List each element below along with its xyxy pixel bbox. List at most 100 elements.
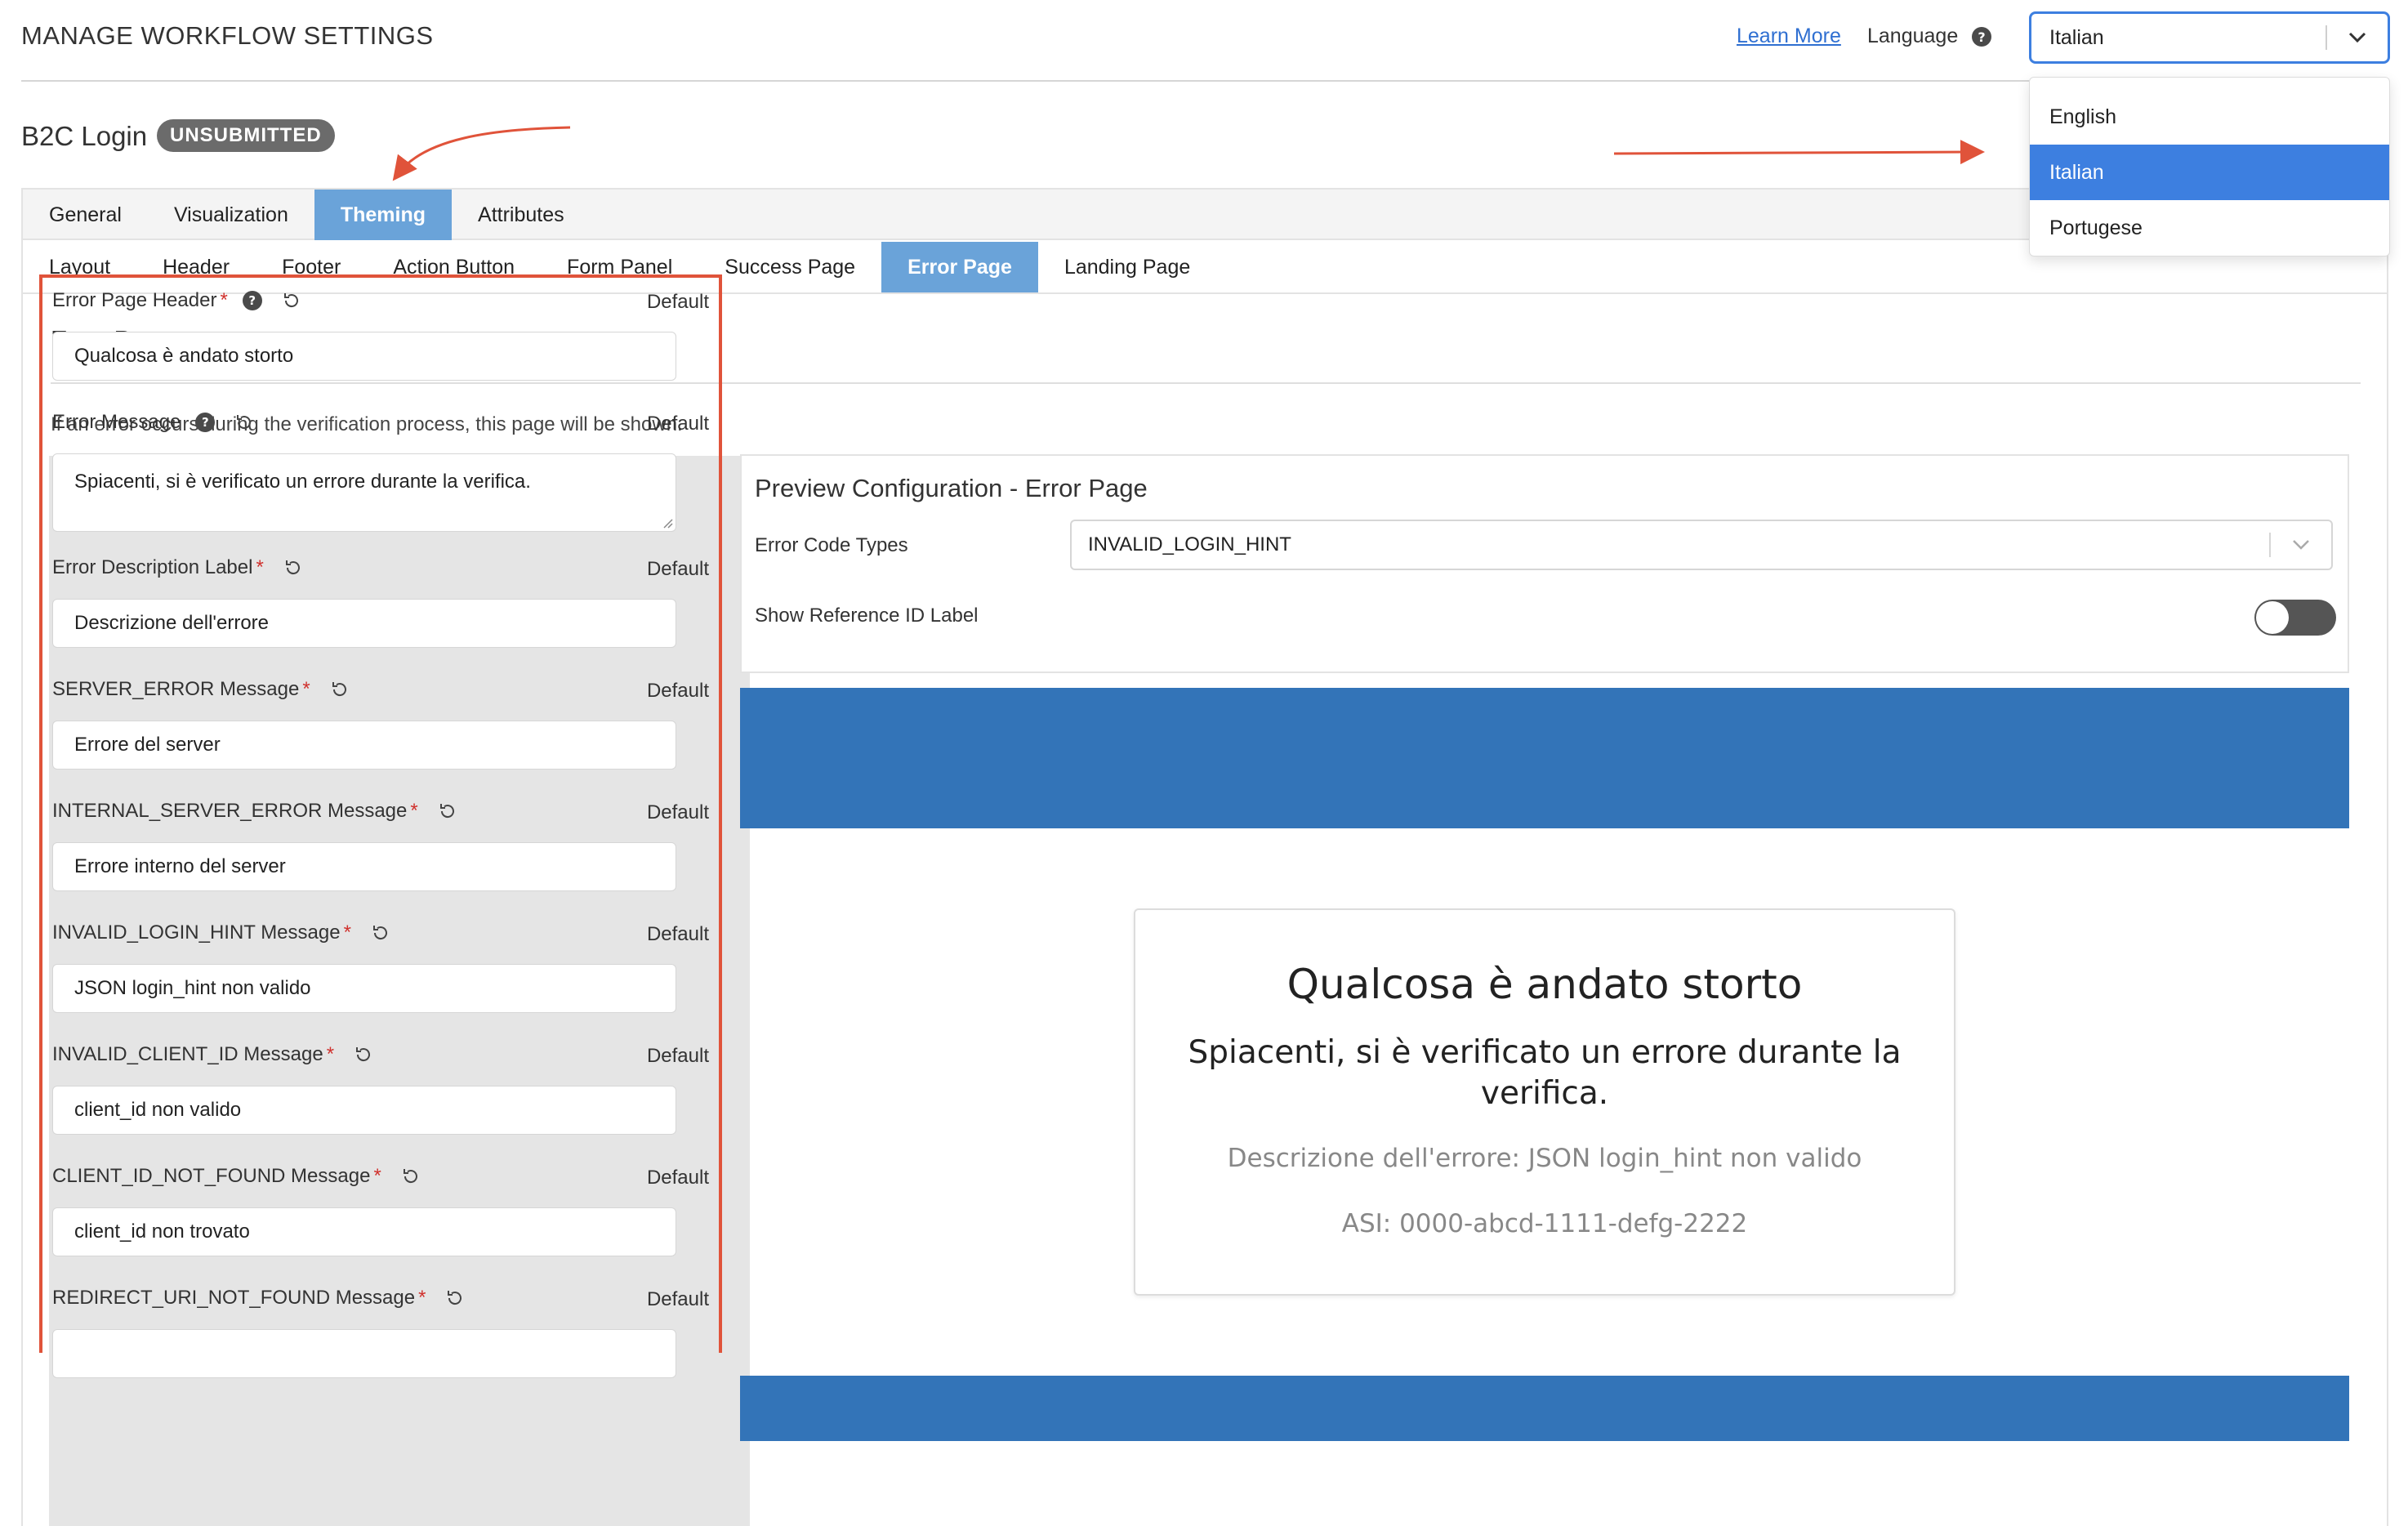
show-reference-id-toggle[interactable] — [2254, 600, 2336, 636]
field-label-text: Error Page Header — [52, 289, 217, 311]
language-option-portugese[interactable]: Portugese — [2030, 200, 2389, 256]
tab-visualization[interactable]: Visualization — [148, 190, 314, 240]
field-label: INVALID_LOGIN_HINT Message * — [52, 921, 390, 944]
field-label-text: REDIRECT_URI_NOT_FOUND Message — [52, 1287, 416, 1309]
reset-icon[interactable] — [371, 923, 390, 943]
field-input[interactable]: Qualcosa è andato storto — [52, 332, 676, 381]
field-label-text: INVALID_CLIENT_ID Message — [52, 1043, 323, 1065]
chevron-down-icon[interactable] — [2271, 539, 2331, 551]
required-marker: * — [373, 1165, 381, 1187]
form-field-error-description-label: Error Description Label * Default Descrizio… — [52, 548, 712, 670]
error-card-heading: Qualcosa è andato storto — [1286, 961, 1803, 1008]
field-input[interactable]: Errore del server — [52, 721, 676, 770]
default-button[interactable]: Default — [647, 801, 709, 824]
default-button[interactable]: Default — [647, 1167, 709, 1189]
field-label-text: INTERNAL_SERVER_ERROR Message — [52, 800, 408, 822]
field-input[interactable]: Descrizione dell'errore — [52, 599, 676, 648]
default-button[interactable]: Default — [647, 680, 709, 703]
error-page-fields: Error Page Header *? Default Qualcosa è and… — [52, 281, 712, 1400]
default-button[interactable]: Default — [647, 413, 709, 435]
default-button[interactable]: Default — [647, 923, 709, 946]
default-button[interactable]: Default — [647, 1045, 709, 1068]
error-code-types-select[interactable]: INVALID_LOGIN_HINT — [1070, 520, 2333, 570]
field-label-text: Error Message — [52, 411, 181, 433]
language-select[interactable]: Italian — [2029, 11, 2390, 64]
field-input[interactable]: Errore interno del server — [52, 842, 676, 891]
error-code-types-label: Error Code Types — [755, 534, 908, 556]
annotation-arrow-theming — [392, 126, 571, 181]
field-label: Error Description Label * — [52, 556, 303, 579]
toggle-knob — [2256, 601, 2289, 634]
preview-footer-bar — [740, 1376, 2349, 1441]
resize-grip-icon[interactable] — [662, 517, 673, 533]
required-marker: * — [326, 1043, 335, 1065]
field-label-text: SERVER_ERROR Message — [52, 678, 300, 700]
field-textarea[interactable]: Spiacenti, si è verificato un errore dur… — [52, 453, 676, 532]
reset-icon[interactable] — [330, 680, 350, 699]
status-badge: UNSUBMITTED — [157, 119, 335, 152]
field-label: Error Page Header *? — [52, 289, 301, 312]
field-input[interactable]: JSON login_hint non valido — [52, 964, 676, 1013]
language-option-italian[interactable]: Italian — [2030, 145, 2389, 200]
required-marker: * — [220, 289, 228, 311]
reset-icon[interactable] — [401, 1167, 421, 1186]
reset-icon[interactable] — [445, 1288, 465, 1308]
reset-icon[interactable] — [234, 413, 254, 432]
form-field-client-id-not-found-message: CLIENT_ID_NOT_FOUND Message * Default clien… — [52, 1157, 712, 1278]
required-marker: * — [256, 556, 264, 578]
tab-theming[interactable]: Theming — [314, 190, 453, 240]
workflow-name: B2C Login — [21, 121, 148, 151]
default-button[interactable]: Default — [647, 291, 709, 314]
language-label: Language — [1867, 25, 1959, 47]
field-input[interactable]: client_id non valido — [52, 1086, 676, 1135]
reset-icon[interactable] — [282, 291, 301, 310]
preview-title: Preview Configuration - Error Page — [755, 474, 1148, 502]
form-field-error-message: Error Message? Default Spiacenti, si è ver… — [52, 403, 712, 548]
help-icon[interactable]: ? — [242, 291, 262, 310]
form-field-invalid-client-id-message: INVALID_CLIENT_ID Message * Default client_… — [52, 1035, 712, 1157]
preview-configuration: Preview Configuration - Error Page Error… — [740, 454, 2349, 673]
tab-attributes[interactable]: Attributes — [452, 190, 591, 240]
language-option-english[interactable]: English — [2030, 89, 2389, 145]
page-title: MANAGE WORKFLOW SETTINGS — [21, 21, 434, 50]
tab-general[interactable]: General — [23, 190, 148, 240]
field-label: CLIENT_ID_NOT_FOUND Message * — [52, 1165, 421, 1188]
reset-icon[interactable] — [283, 558, 303, 578]
form-field-invalid-login-hint-message: INVALID_LOGIN_HINT Message * Default JSON l… — [52, 913, 712, 1035]
default-button[interactable]: Default — [647, 1288, 709, 1311]
required-marker: * — [410, 800, 418, 822]
language-select-value: Italian — [2049, 25, 2104, 49]
form-field-internal-server-error-message: INTERNAL_SERVER_ERROR Message * Default Err… — [52, 792, 712, 913]
reset-icon[interactable] — [354, 1045, 373, 1064]
field-label: SERVER_ERROR Message * — [52, 678, 350, 701]
error-card-message: Spiacenti, si è verificato un errore dur… — [1188, 1034, 1902, 1112]
default-button[interactable]: Default — [647, 558, 709, 581]
preview-header-bar — [740, 688, 2349, 828]
form-field-error-page-header: Error Page Header *? Default Qualcosa è and… — [52, 281, 712, 403]
error-card-description: Descrizione dell'errore: JSON login_hint… — [1227, 1144, 1862, 1173]
learn-more-link[interactable]: Learn More — [1737, 25, 1841, 48]
reset-icon[interactable] — [438, 801, 457, 821]
field-input[interactable]: client_id non trovato — [52, 1207, 676, 1256]
field-input[interactable] — [52, 1329, 676, 1378]
field-label: REDIRECT_URI_NOT_FOUND Message * — [52, 1287, 465, 1310]
subtab-success-page[interactable]: Success Page — [698, 242, 881, 292]
chevron-down-icon[interactable] — [2327, 32, 2388, 43]
field-label-text: Error Description Label — [52, 556, 253, 578]
subtab-error-page[interactable]: Error Page — [881, 242, 1038, 292]
error-code-types-value: INVALID_LOGIN_HINT — [1088, 533, 1291, 556]
form-field-server-error-message: SERVER_ERROR Message * Default Errore del s… — [52, 670, 712, 792]
form-field-redirect-uri-not-found-message: REDIRECT_URI_NOT_FOUND Message * Default — [52, 1278, 712, 1400]
required-marker: * — [418, 1287, 426, 1309]
required-marker: * — [302, 678, 310, 700]
field-label-text: INVALID_LOGIN_HINT Message — [52, 921, 341, 944]
help-icon[interactable]: ? — [195, 413, 216, 432]
annotation-arrow-language — [1613, 140, 1985, 165]
error-card-asi: ASI: 0000-abcd-1111-defg-2222 — [1341, 1209, 1748, 1238]
help-icon[interactable]: ? — [1972, 27, 1991, 47]
language-dropdown-menu: English Italian Portugese — [2029, 77, 2390, 257]
subtab-landing-page[interactable]: Landing Page — [1038, 242, 1216, 292]
field-label: INTERNAL_SERVER_ERROR Message * — [52, 800, 457, 823]
field-label: Error Message? — [52, 411, 254, 434]
error-preview-card: Qualcosa è andato storto Spiacenti, si è… — [1134, 908, 1955, 1296]
